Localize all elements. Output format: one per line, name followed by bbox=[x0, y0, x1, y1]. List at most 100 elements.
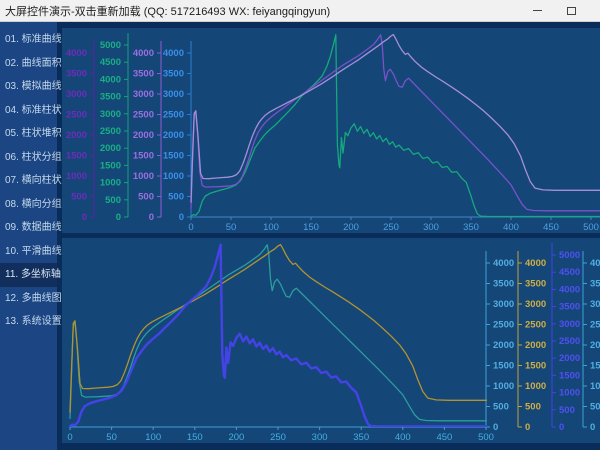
svg-text:1000: 1000 bbox=[133, 171, 154, 182]
svg-text:500: 500 bbox=[105, 195, 121, 206]
window-title: 大屏控件演示-双击重新加载 (QQ: 517216493 WX: feiyang… bbox=[0, 3, 520, 19]
sidebar-item-2[interactable]: 02. 曲线面积 bbox=[0, 52, 57, 76]
svg-text:0: 0 bbox=[179, 212, 184, 223]
content-area: 01. 标准曲线02. 曲线面积03. 模拟曲线04. 标准柱状05. 柱状堆积… bbox=[0, 22, 600, 450]
window-controls bbox=[520, 0, 588, 21]
svg-text:2500: 2500 bbox=[525, 320, 546, 331]
svg-text:1500: 1500 bbox=[525, 361, 546, 372]
sidebar-item-7[interactable]: 07. 横向柱状 bbox=[0, 169, 57, 193]
svg-text:500: 500 bbox=[493, 402, 509, 413]
svg-text:4000: 4000 bbox=[66, 48, 87, 59]
titlebar: 大屏控件演示-双击重新加载 (QQ: 517216493 WX: feiyang… bbox=[0, 0, 600, 22]
svg-text:1000: 1000 bbox=[590, 381, 600, 392]
sidebar-item-1[interactable]: 01. 标准曲线 bbox=[0, 28, 57, 52]
svg-text:3500: 3500 bbox=[163, 69, 184, 80]
svg-text:4000: 4000 bbox=[493, 258, 514, 269]
svg-text:3500: 3500 bbox=[66, 69, 87, 80]
minimize-icon bbox=[533, 10, 542, 11]
sidebar-item-4[interactable]: 04. 标准柱状 bbox=[0, 99, 57, 123]
svg-text:1500: 1500 bbox=[100, 160, 121, 171]
svg-text:2500: 2500 bbox=[163, 110, 184, 121]
svg-text:500: 500 bbox=[71, 192, 87, 203]
svg-text:3000: 3000 bbox=[100, 109, 121, 120]
svg-text:3500: 3500 bbox=[525, 279, 546, 290]
svg-text:500: 500 bbox=[478, 432, 494, 443]
svg-text:500: 500 bbox=[168, 192, 184, 203]
svg-text:200: 200 bbox=[228, 432, 244, 443]
svg-text:2000: 2000 bbox=[66, 130, 87, 141]
violet-curve bbox=[191, 35, 600, 211]
svg-text:3000: 3000 bbox=[525, 299, 546, 310]
sidebar-item-5[interactable]: 05. 柱状堆积 bbox=[0, 122, 57, 146]
sidebar-item-9[interactable]: 09. 数据曲线 bbox=[0, 216, 57, 240]
svg-text:0: 0 bbox=[188, 222, 193, 233]
svg-text:0: 0 bbox=[116, 212, 121, 223]
multi-axis-chart-bottom: 0501001502002503003504004505000500100015… bbox=[62, 238, 600, 443]
svg-text:2000: 2000 bbox=[525, 340, 546, 351]
svg-text:4500: 4500 bbox=[559, 267, 580, 278]
minimize-button[interactable] bbox=[520, 0, 554, 21]
sidebar-item-13[interactable]: 13. 系统设置 bbox=[0, 310, 57, 334]
svg-text:2500: 2500 bbox=[559, 336, 580, 347]
svg-text:300: 300 bbox=[423, 222, 439, 233]
sidebar-item-10[interactable]: 10. 平滑曲线 bbox=[0, 240, 57, 264]
svg-text:4000: 4000 bbox=[163, 48, 184, 59]
svg-text:50: 50 bbox=[106, 432, 117, 443]
svg-text:1500: 1500 bbox=[133, 151, 154, 162]
sidebar-item-6[interactable]: 06. 柱状分组 bbox=[0, 146, 57, 170]
svg-text:4000: 4000 bbox=[559, 284, 580, 295]
svg-text:4500: 4500 bbox=[100, 57, 121, 68]
chart-panel-top: 0501001502002503003504004505000500100015… bbox=[62, 28, 600, 233]
svg-text:2500: 2500 bbox=[66, 110, 87, 121]
teal-curve bbox=[70, 245, 499, 421]
svg-text:1500: 1500 bbox=[493, 361, 514, 372]
svg-text:250: 250 bbox=[270, 432, 286, 443]
svg-text:3000: 3000 bbox=[66, 89, 87, 100]
svg-text:0: 0 bbox=[590, 422, 595, 433]
svg-text:450: 450 bbox=[436, 432, 452, 443]
sidebar-item-8[interactable]: 08. 横向分组 bbox=[0, 193, 57, 217]
sidebar-item-12[interactable]: 12. 多曲线图 bbox=[0, 287, 57, 311]
svg-text:1500: 1500 bbox=[590, 361, 600, 372]
svg-text:500: 500 bbox=[525, 402, 541, 413]
svg-text:500: 500 bbox=[590, 402, 600, 413]
svg-text:3000: 3000 bbox=[590, 299, 600, 310]
svg-text:1000: 1000 bbox=[163, 171, 184, 182]
app-window: 大屏控件演示-双击重新加载 (QQ: 517216493 WX: feiyang… bbox=[0, 0, 600, 450]
svg-text:1000: 1000 bbox=[100, 178, 121, 189]
sidebar-item-11[interactable]: 11. 多坐标轴 bbox=[0, 263, 57, 287]
svg-text:0: 0 bbox=[67, 432, 72, 443]
maximize-icon bbox=[567, 7, 576, 15]
svg-text:250: 250 bbox=[383, 222, 399, 233]
lavender-curve bbox=[191, 35, 600, 203]
multi-axis-chart-top: 0501001502002503003504004505000500100015… bbox=[62, 28, 600, 233]
maximize-button[interactable] bbox=[554, 0, 588, 21]
svg-text:2000: 2000 bbox=[133, 130, 154, 141]
svg-text:350: 350 bbox=[463, 222, 479, 233]
svg-text:3500: 3500 bbox=[559, 302, 580, 313]
svg-text:400: 400 bbox=[395, 432, 411, 443]
sidebar-menu: 01. 标准曲线02. 曲线面积03. 模拟曲线04. 标准柱状05. 柱状堆积… bbox=[0, 22, 57, 450]
svg-text:450: 450 bbox=[543, 222, 559, 233]
svg-text:2500: 2500 bbox=[100, 126, 121, 137]
svg-text:150: 150 bbox=[187, 432, 203, 443]
svg-text:0: 0 bbox=[493, 422, 498, 433]
svg-text:1000: 1000 bbox=[525, 381, 546, 392]
svg-text:0: 0 bbox=[82, 212, 87, 223]
svg-text:400: 400 bbox=[503, 222, 519, 233]
svg-text:2000: 2000 bbox=[493, 340, 514, 351]
svg-text:2500: 2500 bbox=[493, 320, 514, 331]
svg-text:500: 500 bbox=[559, 405, 575, 416]
svg-text:3000: 3000 bbox=[133, 89, 154, 100]
svg-text:500: 500 bbox=[583, 222, 599, 233]
svg-text:5000: 5000 bbox=[559, 250, 580, 261]
svg-text:2500: 2500 bbox=[133, 110, 154, 121]
sidebar-item-3[interactable]: 03. 模拟曲线 bbox=[0, 75, 57, 99]
svg-text:0: 0 bbox=[559, 422, 564, 433]
svg-text:2500: 2500 bbox=[590, 320, 600, 331]
svg-text:4000: 4000 bbox=[100, 74, 121, 85]
svg-text:1000: 1000 bbox=[66, 171, 87, 182]
svg-text:1500: 1500 bbox=[66, 151, 87, 162]
svg-text:1000: 1000 bbox=[493, 381, 514, 392]
svg-text:3000: 3000 bbox=[163, 89, 184, 100]
